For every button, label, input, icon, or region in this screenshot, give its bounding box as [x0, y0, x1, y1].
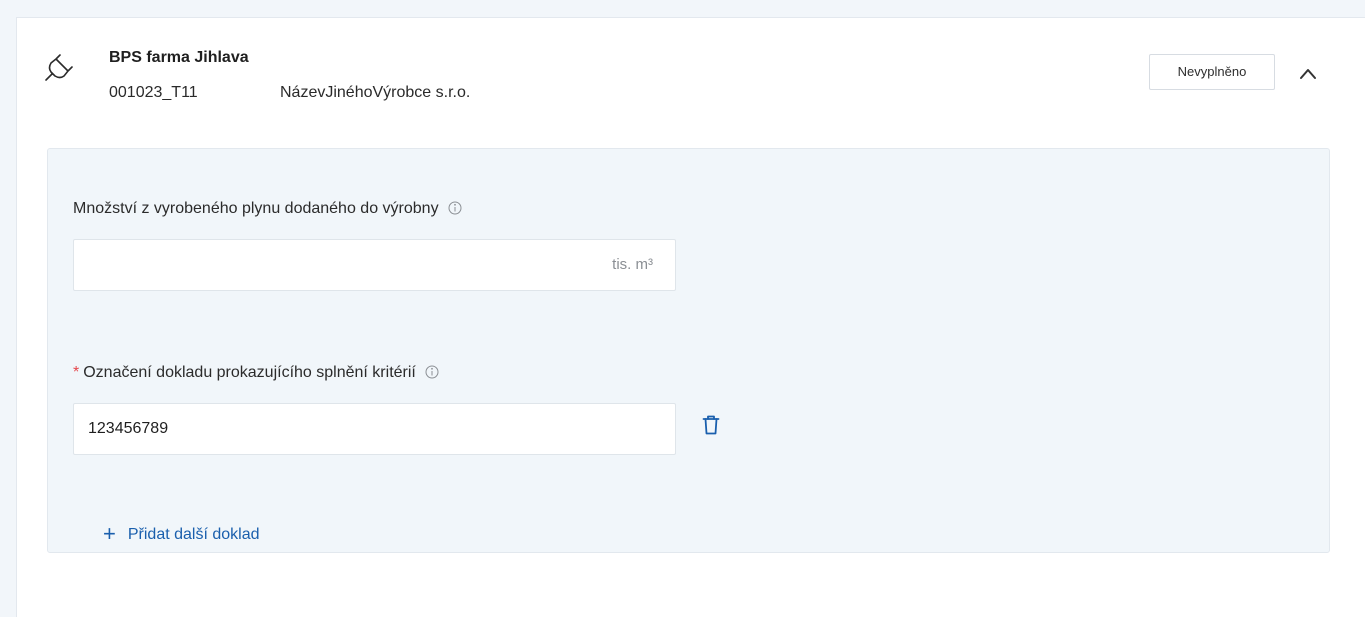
- unit-suffix: tis. m³: [612, 256, 653, 273]
- trash-icon[interactable]: [702, 415, 720, 435]
- form-panel: Množství z vyrobeného plynu dodaného do …: [47, 148, 1330, 553]
- document-id-label-text: Označení dokladu prokazujícího splnění k…: [83, 364, 416, 381]
- chevron-up-icon[interactable]: [1296, 62, 1320, 86]
- producer-name: NázevJinéhoVýrobce s.r.o.: [280, 84, 471, 101]
- gas-quantity-input-box: tis. m³: [73, 239, 676, 291]
- gas-quantity-input[interactable]: [74, 240, 554, 290]
- facility-title: BPS farma Jihlava: [109, 49, 249, 66]
- required-marker: *: [73, 364, 80, 381]
- document-id-label: * Označení dokladu prokazujícího splnění …: [73, 364, 439, 382]
- gas-quantity-label: Množství z vyrobeného plynu dodaného do …: [73, 200, 462, 218]
- gas-quantity-label-text: Množství z vyrobeného plynu dodaného do …: [73, 200, 439, 217]
- info-icon[interactable]: [425, 365, 439, 379]
- document-id-input-box: [73, 403, 676, 455]
- plug-icon: [45, 54, 73, 81]
- status-badge: Nevyplněno: [1149, 54, 1275, 90]
- info-icon[interactable]: [448, 201, 462, 215]
- facility-code: 001023_T11: [109, 84, 198, 101]
- document-id-input[interactable]: [74, 404, 554, 454]
- add-document-link[interactable]: + Přidat další doklad: [103, 521, 260, 547]
- plus-icon: +: [103, 521, 116, 546]
- add-document-label: Přidat další doklad: [127, 526, 260, 543]
